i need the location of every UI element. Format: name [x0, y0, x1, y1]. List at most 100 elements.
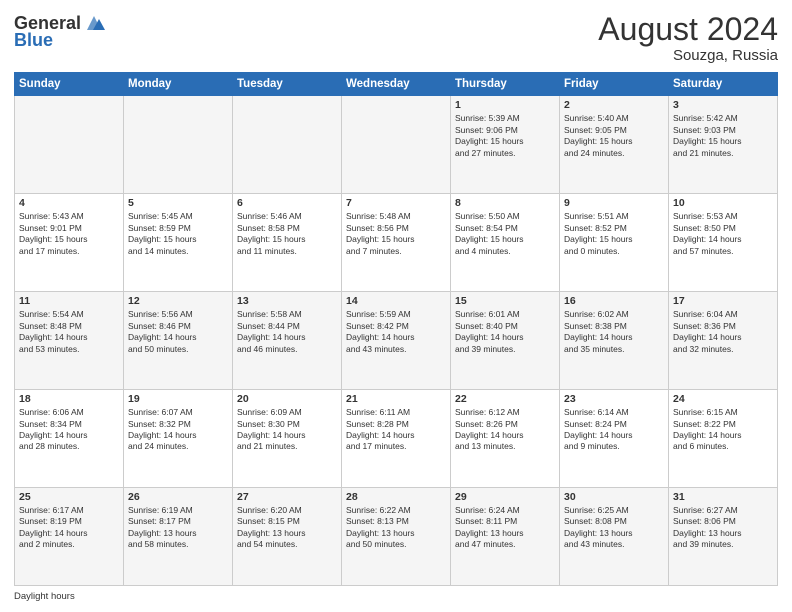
calendar-cell: 12 Sunrise: 5:56 AMSunset: 8:46 PMDayligh… [124, 292, 233, 390]
day-number: 5 [128, 197, 228, 209]
day-info: Sunrise: 6:12 AMSunset: 8:26 PMDaylight:… [455, 407, 555, 453]
calendar-cell: 16Sunrise: 6:02 AMSunset: 8:38 PMDayligh… [560, 292, 669, 390]
day-number: 31 [673, 491, 773, 503]
calendar-cell: 7 Sunrise: 5:48 AMSunset: 8:56 PMDaylight… [342, 194, 451, 292]
day-info: Sunrise: 5:51 AMSunset: 8:52 PMDaylight:… [564, 211, 664, 257]
day-number: 13 [237, 295, 337, 307]
day-info: Sunrise: 5:43 AMSunset: 9:01 PMDaylight:… [19, 211, 119, 257]
day-number: 14 [346, 295, 446, 307]
calendar-cell: 15Sunrise: 6:01 AMSunset: 8:40 PMDayligh… [451, 292, 560, 390]
day-number: 10 [673, 197, 773, 209]
day-number: 1 [455, 99, 555, 111]
calendar-cell: 24 Sunrise: 6:15 AMSunset: 8:22 PMDayligh… [669, 390, 778, 488]
week-row-3: 11 Sunrise: 5:54 AMSunset: 8:48 PMDayligh… [15, 292, 778, 390]
calendar-cell: 26 Sunrise: 6:19 AMSunset: 8:17 PMDayligh… [124, 488, 233, 586]
day-number: 27 [237, 491, 337, 503]
day-number: 3 [673, 99, 773, 111]
day-number: 24 [673, 393, 773, 405]
header-sunday: Sunday [15, 73, 124, 96]
day-info: Sunrise: 6:04 AMSunset: 8:36 PMDaylight:… [673, 309, 773, 355]
logo-icon [83, 12, 105, 34]
day-number: 12 [128, 295, 228, 307]
day-number: 30 [564, 491, 664, 503]
day-info: Sunrise: 6:19 AMSunset: 8:17 PMDaylight:… [128, 505, 228, 551]
day-number: 17 [673, 295, 773, 307]
day-number: 26 [128, 491, 228, 503]
day-info: Sunrise: 6:14 AMSunset: 8:24 PMDaylight:… [564, 407, 664, 453]
day-info: Sunrise: 6:09 AMSunset: 8:30 PMDaylight:… [237, 407, 337, 453]
header-friday: Friday [560, 73, 669, 96]
week-row-4: 18 Sunrise: 6:06 AMSunset: 8:34 PMDayligh… [15, 390, 778, 488]
week-row-1: 1 Sunrise: 5:39 AMSunset: 9:06 PMDaylight… [15, 96, 778, 194]
calendar-table: SundayMondayTuesdayWednesdayThursdayFrid… [14, 72, 778, 586]
page: General Blue August 2024 Souzga, Russia … [0, 0, 792, 612]
calendar-cell: 13 Sunrise: 5:58 AMSunset: 8:44 PMDayligh… [233, 292, 342, 390]
calendar-cell: 4Sunrise: 5:43 AMSunset: 9:01 PMDaylight… [15, 194, 124, 292]
calendar-cell: 2 Sunrise: 5:40 AMSunset: 9:05 PMDaylight… [560, 96, 669, 194]
month-year: August 2024 [598, 12, 778, 47]
calendar-cell [342, 96, 451, 194]
day-number: 11 [19, 295, 119, 307]
day-number: 6 [237, 197, 337, 209]
daylight-label: Daylight hours [14, 591, 75, 602]
logo: General Blue [14, 12, 105, 51]
day-info: Sunrise: 5:58 AMSunset: 8:44 PMDaylight:… [237, 309, 337, 355]
week-row-5: 25 Sunrise: 6:17 AMSunset: 8:19 PMDayligh… [15, 488, 778, 586]
title-block: August 2024 Souzga, Russia [598, 12, 778, 64]
day-info: Sunrise: 6:15 AMSunset: 8:22 PMDaylight:… [673, 407, 773, 453]
logo-blue: Blue [14, 30, 53, 51]
calendar-cell: 17 Sunrise: 6:04 AMSunset: 8:36 PMDayligh… [669, 292, 778, 390]
calendar-cell [233, 96, 342, 194]
calendar-cell [124, 96, 233, 194]
day-info: Sunrise: 6:22 AMSunset: 8:13 PMDaylight:… [346, 505, 446, 551]
day-info: Sunrise: 6:02 AMSunset: 8:38 PMDaylight:… [564, 309, 664, 355]
calendar-cell: 21Sunrise: 6:11 AMSunset: 8:28 PMDayligh… [342, 390, 451, 488]
location: Souzga, Russia [598, 47, 778, 64]
day-info: Sunrise: 5:50 AMSunset: 8:54 PMDaylight:… [455, 211, 555, 257]
day-info: Sunrise: 5:56 AMSunset: 8:46 PMDaylight:… [128, 309, 228, 355]
calendar-cell: 23 Sunrise: 6:14 AMSunset: 8:24 PMDayligh… [560, 390, 669, 488]
calendar-cell: 31Sunrise: 6:27 AMSunset: 8:06 PMDayligh… [669, 488, 778, 586]
calendar-cell: 10 Sunrise: 5:53 AMSunset: 8:50 PMDayligh… [669, 194, 778, 292]
day-number: 8 [455, 197, 555, 209]
calendar-cell: 20 Sunrise: 6:09 AMSunset: 8:30 PMDayligh… [233, 390, 342, 488]
day-info: Sunrise: 5:59 AMSunset: 8:42 PMDaylight:… [346, 309, 446, 355]
header-monday: Monday [124, 73, 233, 96]
calendar-cell: 28 Sunrise: 6:22 AMSunset: 8:13 PMDayligh… [342, 488, 451, 586]
day-info: Sunrise: 5:40 AMSunset: 9:05 PMDaylight:… [564, 113, 664, 159]
day-number: 7 [346, 197, 446, 209]
footer: Daylight hours [14, 591, 778, 602]
calendar-cell: 11 Sunrise: 5:54 AMSunset: 8:48 PMDayligh… [15, 292, 124, 390]
calendar-cell: 30Sunrise: 6:25 AMSunset: 8:08 PMDayligh… [560, 488, 669, 586]
day-number: 23 [564, 393, 664, 405]
calendar-cell: 27Sunrise: 6:20 AMSunset: 8:15 PMDayligh… [233, 488, 342, 586]
day-info: Sunrise: 6:06 AMSunset: 8:34 PMDaylight:… [19, 407, 119, 453]
calendar-cell: 1 Sunrise: 5:39 AMSunset: 9:06 PMDaylight… [451, 96, 560, 194]
day-number: 25 [19, 491, 119, 503]
calendar-cell: 29Sunrise: 6:24 AMSunset: 8:11 PMDayligh… [451, 488, 560, 586]
calendar-cell: 22 Sunrise: 6:12 AMSunset: 8:26 PMDayligh… [451, 390, 560, 488]
day-number: 2 [564, 99, 664, 111]
week-row-2: 4Sunrise: 5:43 AMSunset: 9:01 PMDaylight… [15, 194, 778, 292]
day-number: 29 [455, 491, 555, 503]
day-info: Sunrise: 5:54 AMSunset: 8:48 PMDaylight:… [19, 309, 119, 355]
header-row: SundayMondayTuesdayWednesdayThursdayFrid… [15, 73, 778, 96]
day-info: Sunrise: 5:48 AMSunset: 8:56 PMDaylight:… [346, 211, 446, 257]
header-tuesday: Tuesday [233, 73, 342, 96]
day-number: 22 [455, 393, 555, 405]
calendar-cell: 25 Sunrise: 6:17 AMSunset: 8:19 PMDayligh… [15, 488, 124, 586]
day-number: 18 [19, 393, 119, 405]
calendar-cell: 9 Sunrise: 5:51 AMSunset: 8:52 PMDaylight… [560, 194, 669, 292]
calendar-cell [15, 96, 124, 194]
day-info: Sunrise: 5:53 AMSunset: 8:50 PMDaylight:… [673, 211, 773, 257]
day-info: Sunrise: 5:39 AMSunset: 9:06 PMDaylight:… [455, 113, 555, 159]
header: General Blue August 2024 Souzga, Russia [14, 12, 778, 64]
day-info: Sunrise: 6:17 AMSunset: 8:19 PMDaylight:… [19, 505, 119, 551]
day-info: Sunrise: 6:11 AMSunset: 8:28 PMDaylight:… [346, 407, 446, 453]
calendar-cell: 19Sunrise: 6:07 AMSunset: 8:32 PMDayligh… [124, 390, 233, 488]
day-info: Sunrise: 5:46 AMSunset: 8:58 PMDaylight:… [237, 211, 337, 257]
day-number: 20 [237, 393, 337, 405]
calendar-cell: 8 Sunrise: 5:50 AMSunset: 8:54 PMDaylight… [451, 194, 560, 292]
day-number: 28 [346, 491, 446, 503]
day-number: 9 [564, 197, 664, 209]
